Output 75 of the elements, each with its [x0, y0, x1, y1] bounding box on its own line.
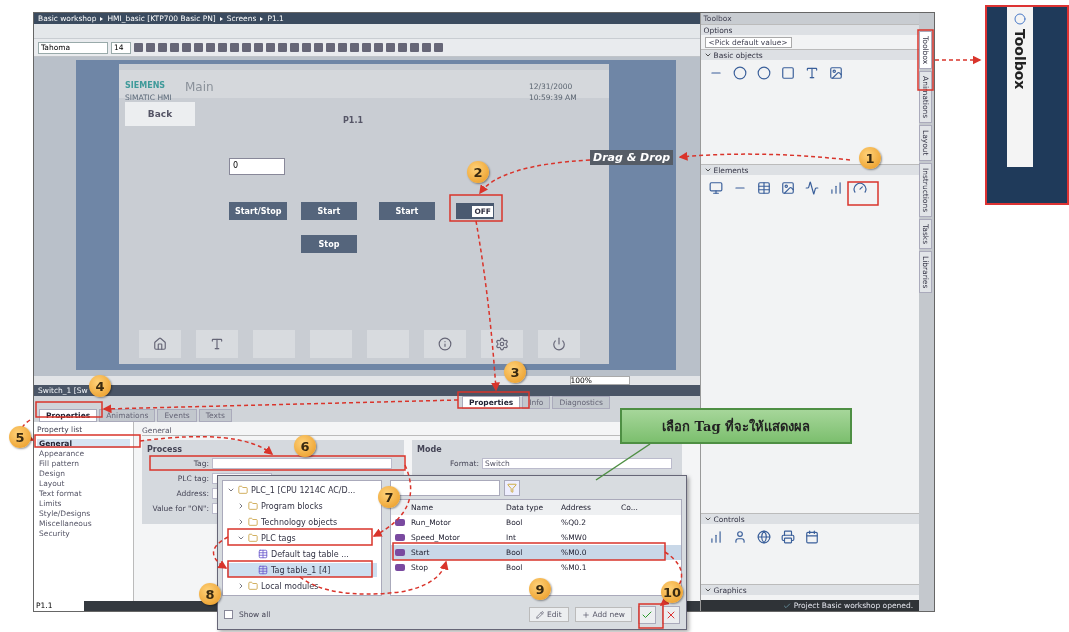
tool-icon[interactable]: [732, 530, 747, 544]
tree-item[interactable]: Tag table_1 [4]: [227, 563, 377, 577]
nav-key[interactable]: [139, 330, 181, 358]
dashed-arrow: [659, 551, 683, 606]
checkbox[interactable]: [224, 610, 233, 619]
filter-button[interactable]: [504, 480, 520, 496]
home-icon: [153, 337, 167, 351]
check-icon: [782, 601, 791, 610]
tree-item[interactable]: PLC tags: [227, 531, 377, 545]
circle-icon: [1014, 13, 1026, 25]
table-icon: [258, 565, 268, 575]
caret-icon: [703, 51, 712, 59]
tool-icon[interactable]: [804, 181, 819, 195]
drag-drop-label: Drag & Drop: [590, 150, 674, 165]
power-icon: [552, 337, 566, 351]
tool-icon[interactable]: [756, 66, 771, 80]
pencil-icon: [536, 610, 545, 619]
nav-key[interactable]: [538, 330, 580, 358]
text-icon: [210, 337, 224, 351]
hmi-button[interactable]: Start: [301, 202, 357, 220]
nav-key[interactable]: [424, 330, 466, 358]
table-icon: [258, 549, 268, 559]
tool-icon[interactable]: [780, 181, 795, 195]
dashed-arrow: [212, 536, 229, 569]
callout-note: เลือก Tag ที่จะให้แสดงผล: [620, 408, 852, 444]
toolbox-tab[interactable]: Toolbox: [1007, 7, 1033, 167]
plus-icon: [581, 610, 590, 619]
input-field[interactable]: [212, 458, 392, 469]
highlight-frame: [35, 401, 103, 418]
tree-item[interactable]: Technology objects: [227, 515, 377, 529]
leader-line: [595, 443, 651, 481]
tool-icon[interactable]: [828, 66, 843, 80]
dashed-arrow: [934, 55, 982, 65]
folder-icon: [248, 533, 258, 543]
tree-item[interactable]: Default tag table ...: [227, 547, 377, 561]
tool-icon[interactable]: [732, 66, 747, 80]
nav-key[interactable]: [481, 330, 523, 358]
hmi-button[interactable]: Stop: [301, 235, 357, 253]
group-title: Mode: [417, 445, 442, 454]
caret-icon: [703, 515, 712, 523]
highlight-frame: [638, 603, 664, 629]
brand-logo: SIEMENS: [125, 81, 166, 90]
tool-icon[interactable]: [804, 66, 819, 80]
info-icon: [438, 337, 452, 351]
tree-item[interactable]: PLC_1 [CPU 1214C AC/D...: [227, 483, 377, 497]
folder-icon: [248, 581, 258, 591]
folder-icon: [238, 485, 248, 495]
step-badge: 5: [9, 426, 31, 448]
tool-icon[interactable]: [804, 530, 819, 544]
tool-icon[interactable]: [756, 181, 771, 195]
highlight-frame: [449, 194, 503, 222]
io-field[interactable]: 0: [229, 158, 285, 175]
tool-icon[interactable]: [756, 530, 771, 544]
tree-item[interactable]: Program blocks: [227, 499, 377, 513]
screen-title: Main: [185, 80, 214, 94]
tree-item[interactable]: Local modules: [227, 579, 377, 593]
folder-icon: [248, 501, 258, 511]
back-button[interactable]: Back: [125, 102, 195, 126]
gear-icon: [495, 337, 509, 351]
tool-icon[interactable]: [708, 530, 723, 544]
highlight-frame: [847, 181, 879, 206]
caret-icon: [703, 166, 712, 174]
nav-key[interactable]: [196, 330, 238, 358]
tool-icon[interactable]: [828, 181, 843, 195]
group-title: Process: [147, 445, 182, 454]
tool-icon[interactable]: [708, 181, 723, 195]
caret-icon: [703, 586, 712, 594]
screen-name: P1.1: [343, 116, 364, 125]
tool-icon[interactable]: [780, 530, 795, 544]
caret-icon: [237, 582, 245, 590]
tool-icon[interactable]: [780, 66, 795, 80]
hmi-button[interactable]: Start: [379, 202, 435, 220]
tool-icon[interactable]: [852, 181, 867, 195]
folder-icon: [248, 517, 258, 527]
hmi-button[interactable]: Start/Stop: [229, 202, 288, 220]
